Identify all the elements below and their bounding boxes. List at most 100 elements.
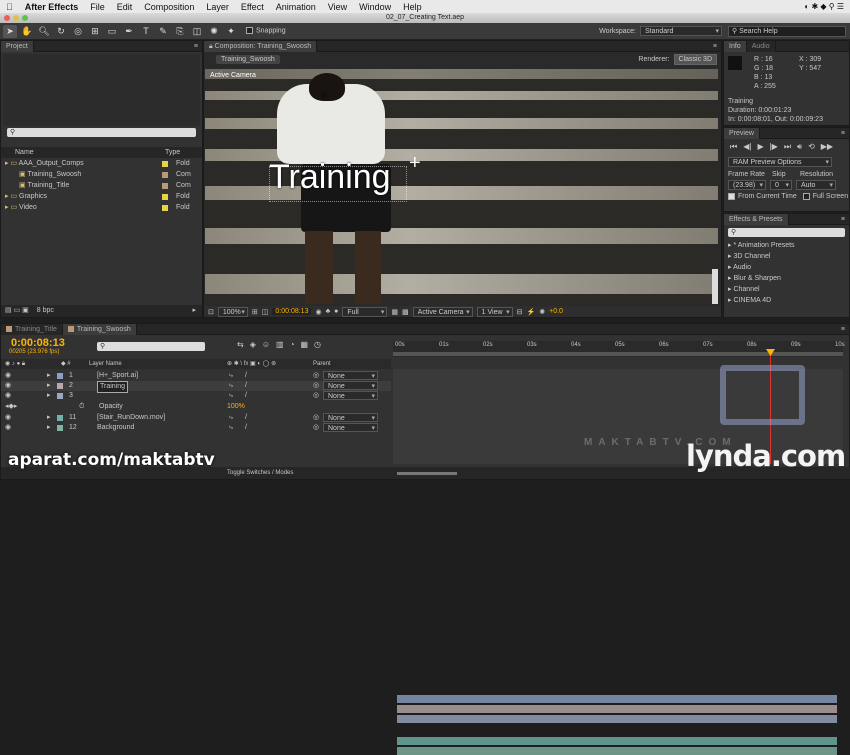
av-switches-icon[interactable]: ◉ ♪ ● 🔒︎	[5, 359, 25, 369]
menu-view[interactable]: View	[322, 2, 353, 12]
tab-project[interactable]: Project	[1, 40, 34, 52]
parent-dropdown[interactable]: None	[323, 413, 378, 423]
quality-switch-icon[interactable]: /	[245, 381, 247, 391]
project-item[interactable]: ▣ Training_Swoosh Com	[1, 169, 202, 180]
text-bounding-box[interactable]	[269, 166, 407, 202]
viewer-scrollbar[interactable]	[712, 269, 718, 304]
parent-dropdown[interactable]: None	[323, 423, 378, 433]
eye-icon[interactable]: ◉	[5, 391, 11, 401]
viewer-timecode[interactable]: 0:00:08:13	[272, 308, 312, 315]
layer-label-swatch[interactable]	[57, 383, 63, 389]
layer-duration-bar[interactable]	[397, 747, 837, 755]
layer-label-swatch[interactable]	[57, 415, 63, 421]
quality-switch-icon[interactable]: /	[245, 413, 247, 423]
eraser-tool-icon[interactable]: ◫	[190, 25, 204, 38]
snapshot-icon[interactable]: ◉	[315, 308, 321, 316]
snapping-toggle[interactable]: Snapping	[246, 27, 286, 35]
shape-tool-icon[interactable]: ▭	[105, 25, 119, 38]
expand-triangle-icon[interactable]: ▸	[47, 371, 51, 381]
tab-info[interactable]: Info	[724, 40, 747, 52]
brainstorm-icon[interactable]: ▦	[300, 340, 308, 349]
timeline-timecode[interactable]: 0:00:08:13	[11, 337, 65, 349]
renderer-button[interactable]: Classic 3D	[673, 54, 717, 65]
eye-icon[interactable]: ◉	[5, 371, 11, 381]
effects-category[interactable]: ▸ 3D Channel	[724, 251, 849, 262]
composition-viewer[interactable]: Active Camera Training +	[205, 69, 718, 304]
menu-effect[interactable]: Effect	[235, 2, 270, 12]
resolution-dropdown[interactable]: Auto	[796, 180, 836, 190]
layer-name[interactable]: [Stair_RunDown.mov]	[97, 413, 165, 423]
app-menu[interactable]: After Effects	[19, 2, 85, 12]
prev-frame-icon[interactable]: ◀|	[743, 142, 751, 152]
camera-tool-icon[interactable]: ◎	[71, 25, 85, 38]
rotate-tool-icon[interactable]: ↻	[54, 25, 68, 38]
eye-icon[interactable]: ◉	[5, 423, 11, 433]
parent-pickwhip-icon[interactable]: ◎	[313, 423, 319, 433]
layer-label-swatch[interactable]	[57, 373, 63, 379]
time-ruler[interactable]: 00s 01s 02s 03s 04s 05s 06s 07s 08s 09s 10s	[393, 341, 845, 357]
shy-switch-icon[interactable]: ⤷	[229, 423, 233, 433]
interpret-footage-icon[interactable]: ▤	[5, 307, 12, 314]
camera-view-dropdown[interactable]: Active Camera	[412, 306, 473, 317]
tab-effects-presets[interactable]: Effects & Presets	[724, 213, 789, 225]
effects-category[interactable]: ▸ Blur & Sharpen	[724, 273, 849, 284]
project-item[interactable]: ▣ Training_Title Com	[1, 180, 202, 191]
timeline-search-input[interactable]: ⚲	[97, 342, 205, 351]
project-search-input[interactable]: ⚲	[7, 128, 196, 137]
project-item[interactable]: ▸ ▭ AAA_Output_Comps Fold	[1, 158, 202, 169]
parent-dropdown[interactable]: None	[323, 381, 378, 391]
layer-label-swatch[interactable]	[57, 393, 63, 399]
effects-category[interactable]: ▸ Audio	[724, 262, 849, 273]
loop-icon[interactable]: ⟲	[808, 142, 815, 152]
new-folder-icon[interactable]: ▭	[14, 307, 21, 314]
shy-switch-icon[interactable]: ⤷	[229, 413, 233, 423]
col-layer-name[interactable]: Layer Name	[89, 359, 122, 369]
effects-search-input[interactable]: ⚲	[728, 228, 845, 237]
parent-pickwhip-icon[interactable]: ◎	[313, 413, 319, 423]
mute-icon[interactable]: 🔊︎	[797, 142, 802, 152]
type-tool-icon[interactable]: T	[139, 25, 153, 38]
tab-training-title[interactable]: Training_Title	[1, 323, 63, 335]
tab-audio[interactable]: Audio	[746, 40, 776, 52]
toggle-switches-modes[interactable]: Toggle Switches / Modes	[227, 467, 293, 479]
region-icon[interactable]: ▦	[391, 308, 398, 316]
brush-tool-icon[interactable]: ✎	[156, 25, 170, 38]
comp-mini-flowchart-icon[interactable]: ⇆	[237, 340, 244, 349]
frame-rate-dropdown[interactable]: (23.98)	[728, 180, 766, 190]
menu-window[interactable]: Window	[353, 2, 397, 12]
bpc-label[interactable]: 8 bpc	[37, 307, 54, 314]
col-parent[interactable]: Parent	[313, 359, 331, 369]
exposure-value[interactable]: +0.0	[549, 308, 563, 315]
ram-preview-options-dropdown[interactable]: RAM Preview Options	[728, 157, 832, 167]
expand-triangle-icon[interactable]: ▸	[47, 423, 51, 433]
expand-triangle-icon[interactable]: ▸	[47, 391, 51, 401]
selection-tool-icon[interactable]: ➤	[3, 24, 17, 38]
tab-composition[interactable]: 🔒︎ Composition: Training_Swoosh	[204, 40, 318, 52]
magnification-icon[interactable]: ⊡	[208, 308, 214, 316]
puppet-tool-icon[interactable]: ✦	[224, 25, 238, 38]
draft-3d-icon[interactable]: ◈	[250, 340, 256, 349]
panel-menu-icon[interactable]: ≡	[841, 326, 849, 333]
quality-switch-icon[interactable]: /	[245, 423, 247, 433]
parent-dropdown[interactable]: None	[323, 371, 378, 381]
motion-blur-icon[interactable]: ◔	[290, 340, 295, 349]
toggle-pixel-icon[interactable]: ⊟	[517, 308, 523, 316]
zoom-window-button[interactable]	[22, 15, 28, 21]
mask-icon[interactable]: ◫	[262, 308, 269, 316]
effects-category[interactable]: ▸ Channel	[724, 284, 849, 295]
layer-duration-bar[interactable]	[397, 705, 837, 713]
panel-menu-icon[interactable]: ≡	[713, 43, 721, 50]
shy-switch-icon[interactable]: ⤷	[229, 371, 233, 381]
roto-brush-tool-icon[interactable]: ✺	[207, 25, 221, 38]
project-item[interactable]: ▸ ▭ Video Fold	[1, 202, 202, 213]
show-snapshot-icon[interactable]: ♣	[326, 308, 331, 315]
channel-icon[interactable]: ●	[334, 308, 338, 315]
expand-triangle-icon[interactable]: ▸	[47, 381, 51, 391]
zoom-tool-icon[interactable]: 🔍︎	[37, 25, 51, 38]
menu-edit[interactable]: Edit	[111, 2, 139, 12]
transparency-grid-icon[interactable]: ▩	[402, 308, 409, 316]
exposure-icon[interactable]: ✺	[539, 308, 545, 316]
layer-duration-bar[interactable]	[397, 737, 837, 745]
menu-file[interactable]: File	[84, 2, 111, 12]
search-help-field[interactable]: ⚲ Search Help	[728, 25, 846, 37]
